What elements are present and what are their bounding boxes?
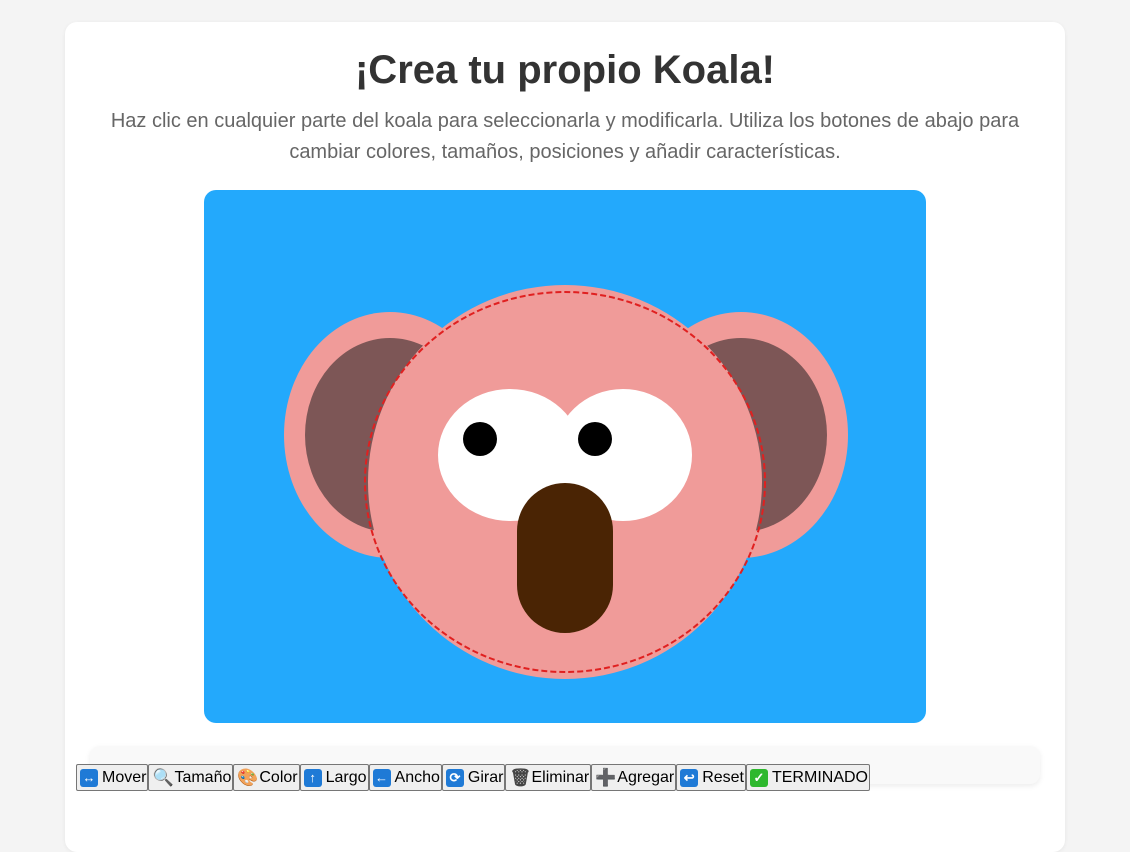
color-label: Color xyxy=(259,768,298,786)
rotate-button[interactable]: ⟳ Girar xyxy=(441,764,506,791)
magnifier-icon: 🔍 xyxy=(152,767,174,787)
length-label: Largo xyxy=(325,768,367,786)
palette-icon: 🎨 xyxy=(237,767,259,787)
width-button[interactable]: ← Ancho xyxy=(368,764,442,791)
done-button[interactable]: ✓ TERMINADO xyxy=(745,764,870,791)
instructions-text: Haz clic en cualquier parte del koala pa… xyxy=(110,110,1020,163)
width-label: Ancho xyxy=(394,768,440,786)
check-mark-icon: ✓ xyxy=(749,768,768,787)
color-button[interactable]: 🎨 Color xyxy=(233,764,300,791)
delete-button[interactable]: 🗑 Eliminar xyxy=(505,764,592,791)
size-button[interactable]: 🔍 Tamaño xyxy=(148,764,234,791)
up-arrow-icon: ↑ xyxy=(303,768,322,787)
left-right-arrow-icon: ↔ xyxy=(80,768,98,787)
move-button[interactable]: ↔ Mover xyxy=(76,764,149,791)
left-arrow-icon: ← xyxy=(372,768,391,787)
plus-icon: ➕ xyxy=(595,767,617,787)
move-label: Mover xyxy=(102,768,147,786)
rotate-icon: ⟳ xyxy=(445,768,464,787)
page-title: ¡Crea tu propio Koala! xyxy=(354,48,776,92)
delete-label: Eliminar xyxy=(531,768,590,786)
koala-canvas[interactable] xyxy=(204,190,926,723)
add-button[interactable]: ➕ Agregar xyxy=(591,764,677,791)
reset-button[interactable]: ↩ Reset xyxy=(676,764,746,791)
trash-icon: 🗑 xyxy=(509,767,532,787)
koala-drawing[interactable] xyxy=(204,190,926,723)
length-button[interactable]: ↑ Largo xyxy=(299,764,369,791)
main-card: ¡Crea tu propio Koala! Haz clic en cualq… xyxy=(65,22,1065,852)
toolbar: ↔ Mover 🔍 Tamaño 🎨 Color ↑ Largo ← Ancho ⟳ Girar 🗑 El… xyxy=(76,764,870,791)
reset-label: Reset xyxy=(702,768,744,786)
add-label: Agregar xyxy=(617,768,675,786)
left-pupil[interactable] xyxy=(463,422,497,456)
rotate-label: Girar xyxy=(467,768,504,786)
size-label: Tamaño xyxy=(174,768,232,786)
done-label: TERMINADO xyxy=(771,768,868,786)
koala-nose[interactable] xyxy=(517,483,613,633)
right-pupil[interactable] xyxy=(578,422,612,456)
return-arrow-icon: ↩ xyxy=(680,768,699,787)
